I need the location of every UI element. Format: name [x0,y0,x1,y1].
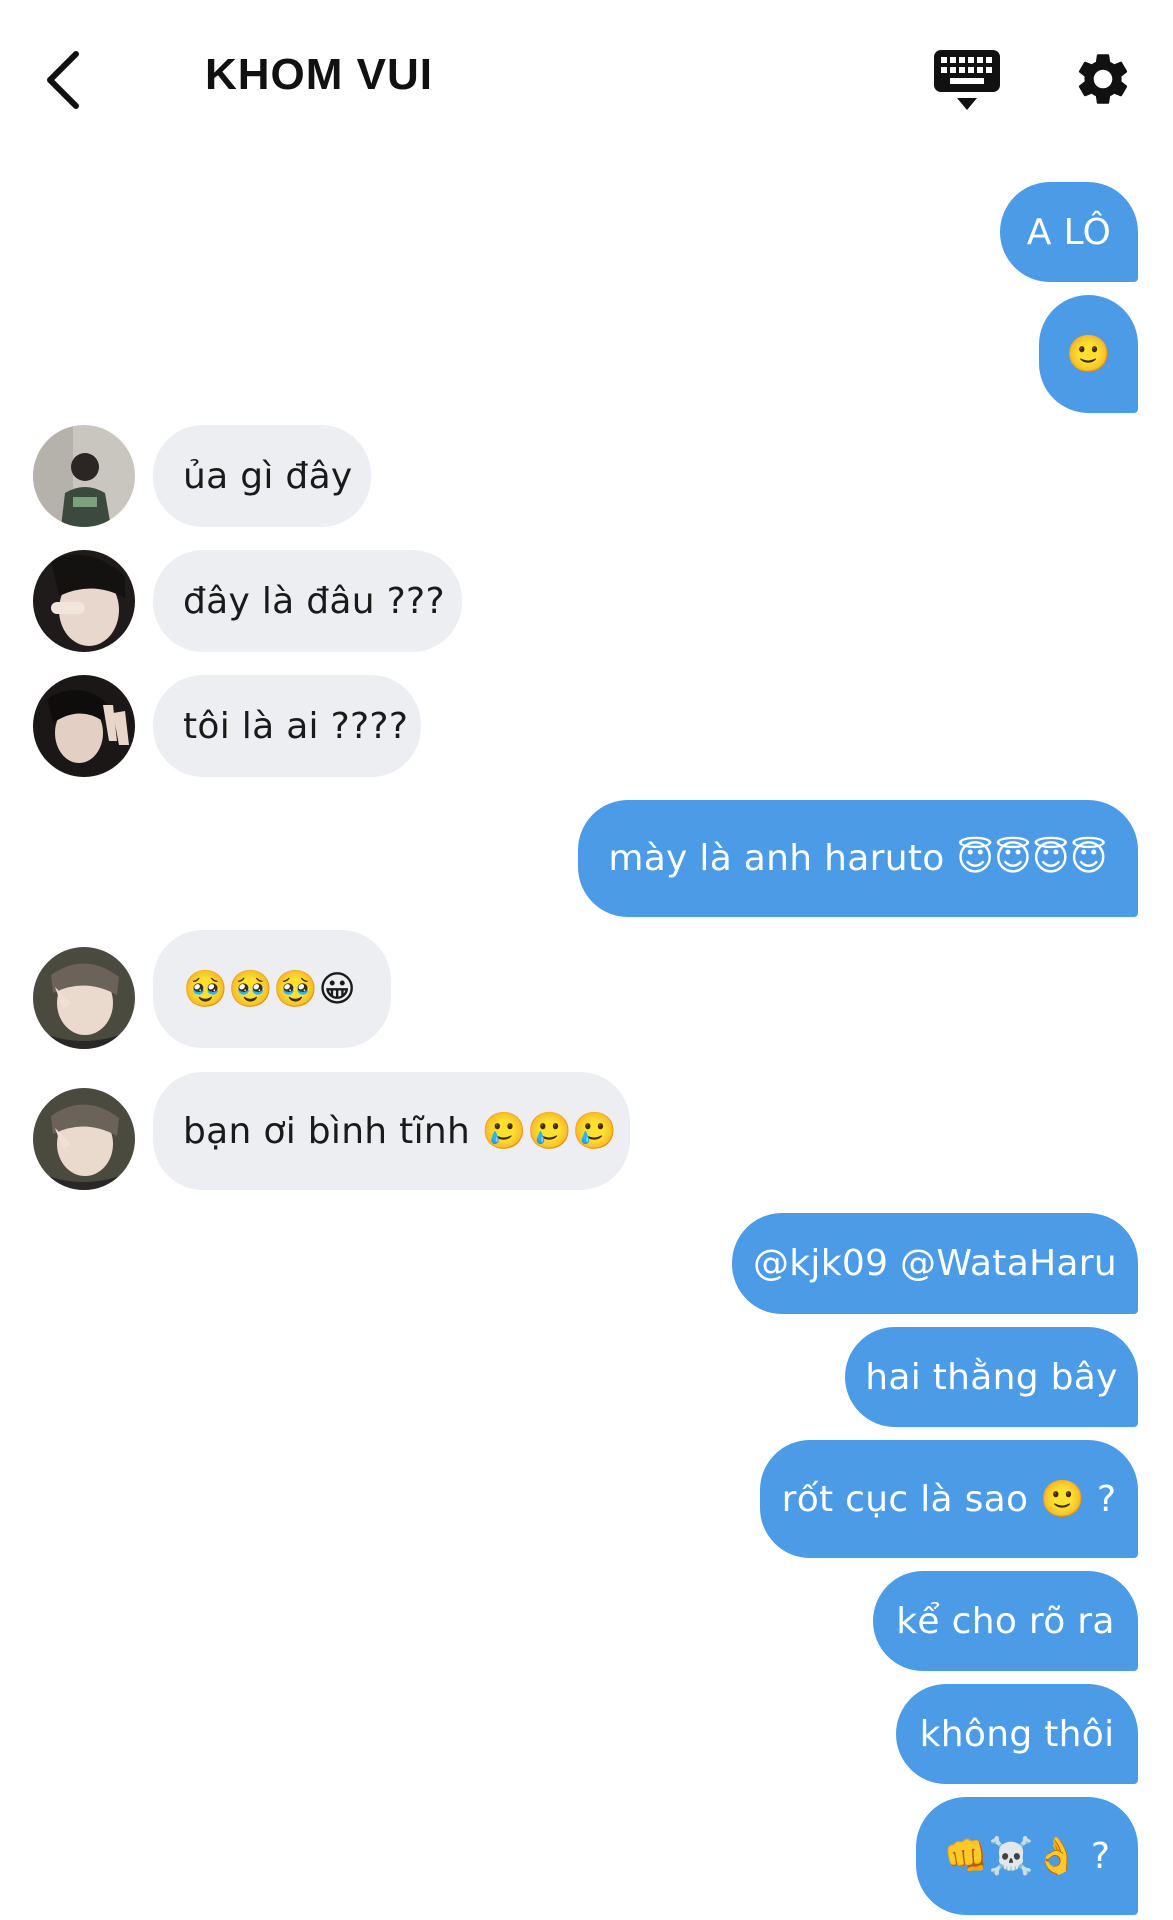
message-text: hai thằng bây [865,1356,1118,1398]
gear-icon [1078,54,1128,104]
message-text: kể cho rõ ra [896,1600,1115,1642]
back-button[interactable] [30,40,94,120]
avatar[interactable] [33,425,135,527]
message-text: 👊☠️👌 ? [943,1836,1111,1877]
outgoing-message[interactable]: @kjk09 @WataHaru [732,1213,1138,1314]
incoming-message[interactable]: ủa gì đây [153,425,371,527]
message-text: mày là anh haruto 😇😇😇😇 [608,838,1108,879]
keyboard-hide-icon [934,50,1000,110]
outgoing-message[interactable]: kể cho rõ ra [873,1571,1138,1671]
message-text: bạn ơi bình tĩnh 🥲🥲🥲 [183,1111,618,1152]
message-text: 🥹🥹🥹😀 [183,969,357,1010]
message-text: tôi là ai ???? [183,705,409,747]
incoming-message[interactable]: đây là đâu ??? [153,550,462,652]
settings-button[interactable] [1072,48,1134,110]
message-text: ủa gì đây [183,455,353,497]
outgoing-message[interactable]: A LÔ [1000,182,1138,282]
outgoing-message[interactable]: không thôi [896,1684,1138,1784]
message-text: A LÔ [1026,211,1112,253]
message-text: đây là đâu ??? [183,580,445,622]
outgoing-message[interactable]: hai thằng bây [845,1327,1138,1427]
avatar[interactable] [33,1088,135,1190]
keyboard-toggle-button[interactable] [932,48,1002,114]
message-text: rốt cục là sao 🙂 ? [781,1479,1117,1520]
avatar[interactable] [33,675,135,777]
outgoing-message[interactable]: 🙂 [1039,295,1138,413]
message-text: không thôi [919,1713,1115,1755]
avatar[interactable] [33,947,135,1049]
chevron-left-icon [47,51,79,109]
incoming-message[interactable]: 🥹🥹🥹😀 [153,930,391,1048]
message-text: @kjk09 @WataHaru [752,1243,1118,1284]
avatar[interactable] [33,550,135,652]
outgoing-message[interactable]: rốt cục là sao 🙂 ? [760,1440,1138,1558]
message-text: 🙂 [1065,334,1112,375]
chat-title: KHOM VUI [205,50,433,99]
outgoing-message[interactable]: 👊☠️👌 ? [916,1797,1138,1915]
incoming-message[interactable]: tôi là ai ???? [153,675,421,777]
incoming-message[interactable]: bạn ơi bình tĩnh 🥲🥲🥲 [153,1072,630,1190]
outgoing-message[interactable]: mày là anh haruto 😇😇😇😇 [578,800,1138,917]
chat-header: KHOM VUI [0,0,1173,160]
